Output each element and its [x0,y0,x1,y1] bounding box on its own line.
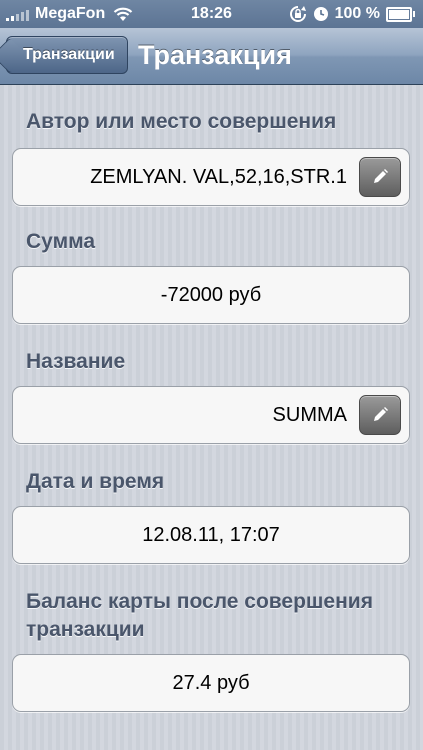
alarm-icon [313,7,328,21]
navigation-bar: Транзакции Транзакция [0,28,423,85]
section-label-name: Название [26,350,126,373]
status-bar: MegaFon 18:26 100 % [0,0,423,28]
edit-name-button[interactable] [359,395,401,435]
section-label-balance: Баланс карты после совершения транзакции [26,590,373,641]
amount-field: -72000 руб [12,266,410,324]
battery-percent: 100 % [334,5,380,22]
edit-author-button[interactable] [359,157,401,197]
name-field[interactable]: SUMMA [12,386,410,444]
datetime-field: 12.08.11, 17:07 [12,506,410,564]
status-right: 100 % [289,5,415,23]
balance-field: 27.4 руб [12,654,410,712]
author-field[interactable]: ZEMLYAN. VAL,52,16,STR.1 [12,148,410,206]
pencil-icon [374,407,388,421]
section-label-amount: Сумма [26,230,96,253]
page-title: Транзакция [138,40,292,70]
datetime-value: 12.08.11, 17:07 [142,523,280,546]
amount-value: -72000 руб [160,283,262,306]
author-value: ZEMLYAN. VAL,52,16,STR.1 [90,165,347,188]
rotation-lock-icon [289,6,306,22]
back-button-label: Транзакции [23,46,115,63]
battery-icon [386,6,415,22]
balance-value: 27.4 руб [172,671,250,694]
back-button[interactable]: Транзакции [6,36,128,74]
name-value: SUMMA [272,403,347,426]
section-label-author: Автор или место совершения [26,110,337,133]
section-label-datetime: Дата и время [26,470,165,493]
pencil-icon [374,169,388,183]
